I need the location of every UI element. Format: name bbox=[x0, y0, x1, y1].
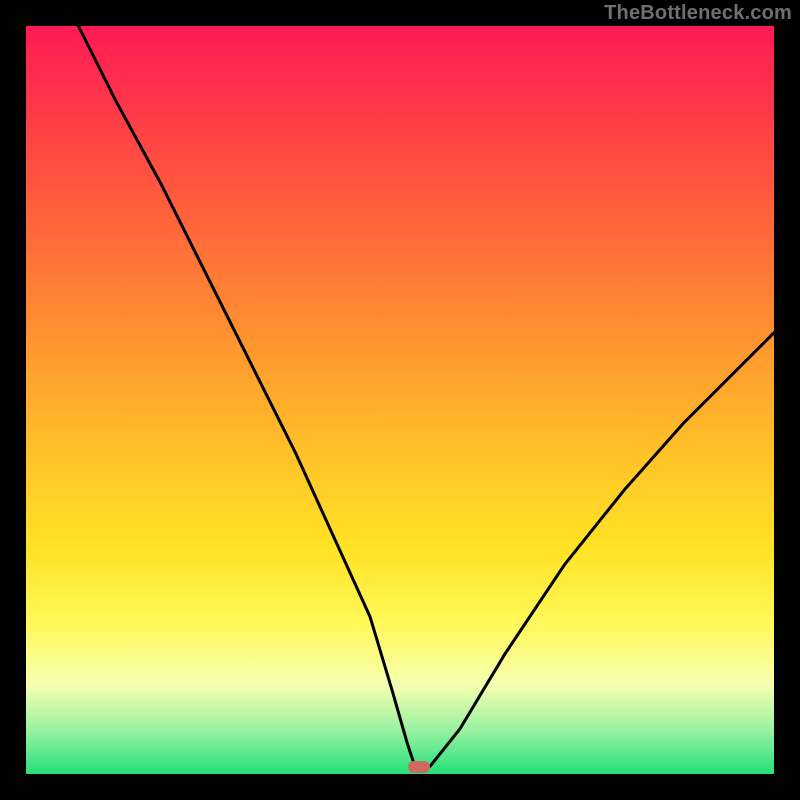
minimum-marker bbox=[408, 761, 430, 773]
bottleneck-curve bbox=[26, 26, 774, 774]
plot-area bbox=[26, 26, 774, 774]
chart-frame: TheBottleneck.com bbox=[0, 0, 800, 800]
watermark-text: TheBottleneck.com bbox=[604, 2, 792, 25]
